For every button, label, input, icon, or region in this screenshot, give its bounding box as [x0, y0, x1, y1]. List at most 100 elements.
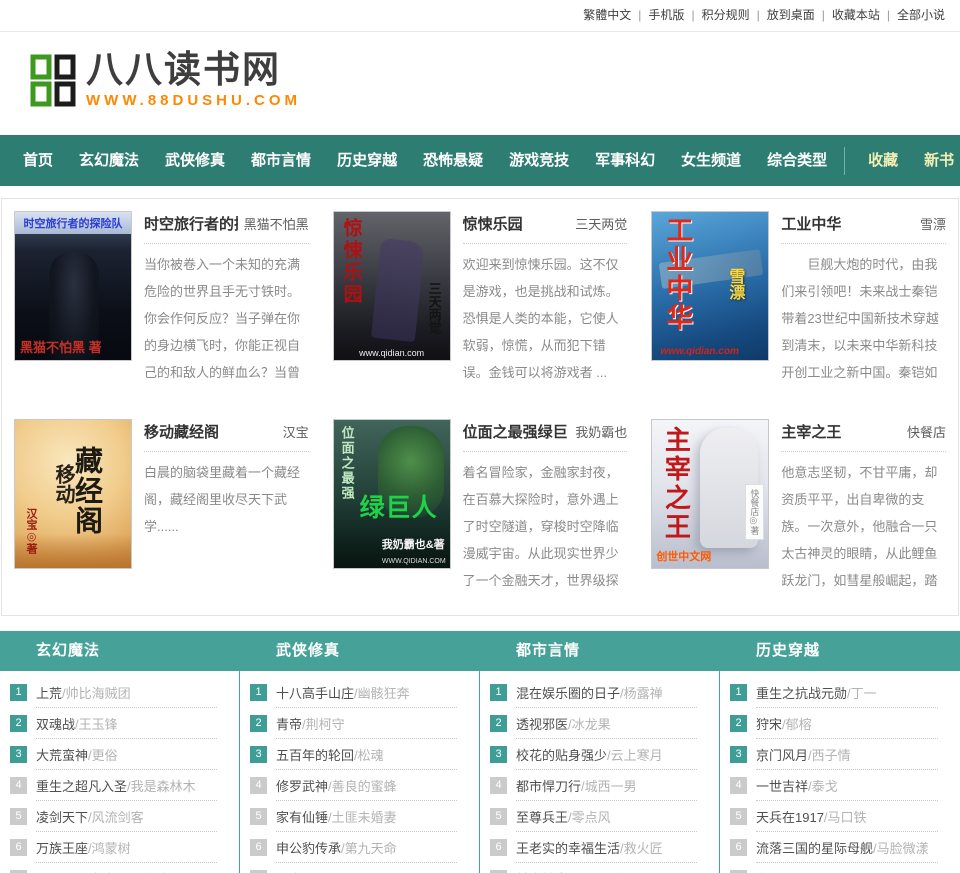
category-link[interactable]: 历史穿越: [720, 642, 820, 659]
nav-military[interactable]: 军事科幻: [582, 135, 668, 186]
author-link[interactable]: 土匪未婚妻: [328, 807, 397, 826]
author-link[interactable]: 马脸微漾: [873, 838, 929, 857]
author-link[interactable]: 冰龙果: [568, 714, 611, 733]
nav-female[interactable]: 女生频道: [668, 135, 754, 186]
book-title-link[interactable]: 移动藏经阁: [144, 421, 219, 442]
book-title-link[interactable]: 惊悚乐园: [463, 213, 523, 234]
author-link[interactable]: 我是森林木: [127, 776, 196, 795]
category-rankings: 玄幻魔法 1 上荒帅比海贼团 2 双魂战王玉锋 3 大荒蛮神更俗: [0, 631, 960, 873]
book-link[interactable]: 凌剑天下: [36, 807, 88, 826]
book-author-link[interactable]: 三天两觉: [575, 214, 627, 233]
book-link[interactable]: 透视邪医: [516, 714, 568, 733]
site-logo[interactable]: 八八读书网 WWW.88DUSHU.COM: [28, 50, 301, 110]
book-link[interactable]: 仙赏: [276, 869, 302, 873]
author-link[interactable]: 西子情: [808, 745, 851, 764]
author-link[interactable]: 龍光牙: [140, 869, 183, 873]
nav-favorites[interactable]: 收藏: [855, 135, 911, 186]
book-title-link[interactable]: 位面之最强绿巨: [463, 421, 568, 442]
book-link[interactable]: 家有仙锤: [276, 807, 328, 826]
topbar-link-desktop[interactable]: 放到桌面: [767, 8, 815, 22]
book-title-link[interactable]: 工业中华: [781, 213, 841, 234]
author-link[interactable]: 月关: [795, 869, 825, 873]
book-cover[interactable]: 工业中华 雪漂 www.qidian.com: [651, 211, 770, 361]
book-author-link[interactable]: 汉宝: [283, 422, 309, 441]
book-author-link[interactable]: 快餐店: [907, 422, 946, 441]
book-link[interactable]: 五百年的轮回: [276, 745, 354, 764]
author-link[interactable]: 天羽山庄1: [568, 869, 631, 873]
author-link[interactable]: 荆柯守: [302, 714, 345, 733]
book-author-link[interactable]: 黑猫不怕黑: [244, 214, 309, 233]
topbar-link-mobile[interactable]: 手机版: [648, 8, 684, 22]
author-link[interactable]: 更俗: [88, 745, 118, 764]
book-link[interactable]: 王老实的幸福生活: [516, 838, 620, 857]
book-author-link[interactable]: 我奶霸也: [575, 422, 627, 441]
author-link[interactable]: 帅比海贼团: [62, 683, 131, 702]
book-title-link[interactable]: 主宰之王: [781, 421, 841, 442]
nav-new-books[interactable]: 新书: [911, 135, 960, 186]
author-link[interactable]: 第九天命: [341, 838, 397, 857]
book-link[interactable]: 异界公主攻略手册: [36, 869, 140, 873]
category-link[interactable]: 都市言情: [480, 642, 580, 659]
nav-misc[interactable]: 综合类型: [754, 135, 840, 186]
book-cover[interactable]: 藏经阁 移动 汉宝◎著: [14, 419, 132, 569]
author-link[interactable]: 零点风: [568, 807, 611, 826]
author-link[interactable]: 郁榕: [782, 714, 812, 733]
category-link[interactable]: 玄幻魔法: [0, 642, 100, 659]
book-cover[interactable]: 主宰之王 快餐店◎著 创世中文网: [651, 419, 770, 569]
topbar-link-points[interactable]: 积分规则: [702, 8, 750, 22]
author-link[interactable]: 城西一男: [581, 776, 637, 795]
nav-home[interactable]: 首页: [10, 135, 66, 186]
book-link[interactable]: 都市悍刀行: [516, 776, 581, 795]
author-link[interactable]: 杨露禅: [620, 683, 663, 702]
book-link[interactable]: 京门风月: [756, 745, 808, 764]
book-link[interactable]: 青帝: [276, 714, 302, 733]
author-link[interactable]: 幽骸狂奔: [354, 683, 410, 702]
author-link[interactable]: 鸿蒙树: [88, 838, 131, 857]
book-link[interactable]: 修罗武神: [276, 776, 328, 795]
book-cover[interactable]: 时空旅行者的探险队 黑猫不怕黑 著: [14, 211, 132, 361]
book-title-link[interactable]: 时空旅行者的探: [144, 213, 238, 234]
book-link[interactable]: 流落三国的星际母舰: [756, 838, 873, 857]
book-link[interactable]: 大荒蛮神: [36, 745, 88, 764]
author-link[interactable]: 巨火: [302, 869, 332, 873]
author-link[interactable]: 云上寒月: [607, 745, 663, 764]
book-link[interactable]: 夜天子: [756, 869, 795, 873]
category-header: 武侠修真: [240, 631, 480, 671]
topbar-link-traditional[interactable]: 繁體中文: [583, 8, 631, 22]
nav-history[interactable]: 历史穿越: [324, 135, 410, 186]
topbar-link-all-novels[interactable]: 全部小说: [897, 8, 945, 22]
book-link[interactable]: 重生之超凡入圣: [36, 776, 127, 795]
nav-wuxia[interactable]: 武侠修真: [152, 135, 238, 186]
book-link[interactable]: 混在娱乐圈的日子: [516, 683, 620, 702]
book-link[interactable]: 万族王座: [36, 838, 88, 857]
author-link[interactable]: 丁一: [847, 683, 877, 702]
book-link[interactable]: 傲世神皇: [516, 869, 568, 873]
book-link[interactable]: 校花的贴身强少: [516, 745, 607, 764]
nav-horror[interactable]: 恐怖悬疑: [410, 135, 496, 186]
rank-badge: 5: [250, 808, 267, 825]
author-link[interactable]: 王玉锋: [75, 714, 118, 733]
author-link[interactable]: 善良的蜜蜂: [328, 776, 397, 795]
book-link[interactable]: 狩宋: [756, 714, 782, 733]
book-link[interactable]: 十八高手山庄: [276, 683, 354, 702]
book-link[interactable]: 一世吉祥: [756, 776, 808, 795]
book-link[interactable]: 至尊兵王: [516, 807, 568, 826]
book-cover[interactable]: 惊悚乐园 三天两觉 www.qidian.com: [332, 211, 451, 361]
topbar-link-bookmark[interactable]: 收藏本站: [832, 8, 880, 22]
book-link[interactable]: 天兵在1917: [756, 807, 824, 826]
book-link[interactable]: 重生之抗战元勋: [756, 683, 847, 702]
book-author-link[interactable]: 雪漂: [920, 214, 946, 233]
book-cover[interactable]: 位面之最强 绿巨人 我奶霸也&著 WWW.QIDIAN.COM: [332, 419, 451, 569]
author-link[interactable]: 风流剑客: [88, 807, 144, 826]
nav-urban[interactable]: 都市言情: [238, 135, 324, 186]
nav-game[interactable]: 游戏竞技: [496, 135, 582, 186]
author-link[interactable]: 泰戈: [808, 776, 838, 795]
category-link[interactable]: 武侠修真: [240, 642, 340, 659]
book-link[interactable]: 申公豹传承: [276, 838, 341, 857]
author-link[interactable]: 救火匠: [620, 838, 663, 857]
book-link[interactable]: 双魂战: [36, 714, 75, 733]
author-link[interactable]: 马口铁: [824, 807, 867, 826]
nav-fantasy[interactable]: 玄幻魔法: [66, 135, 152, 186]
book-link[interactable]: 上荒: [36, 683, 62, 702]
author-link[interactable]: 松魂: [354, 745, 384, 764]
